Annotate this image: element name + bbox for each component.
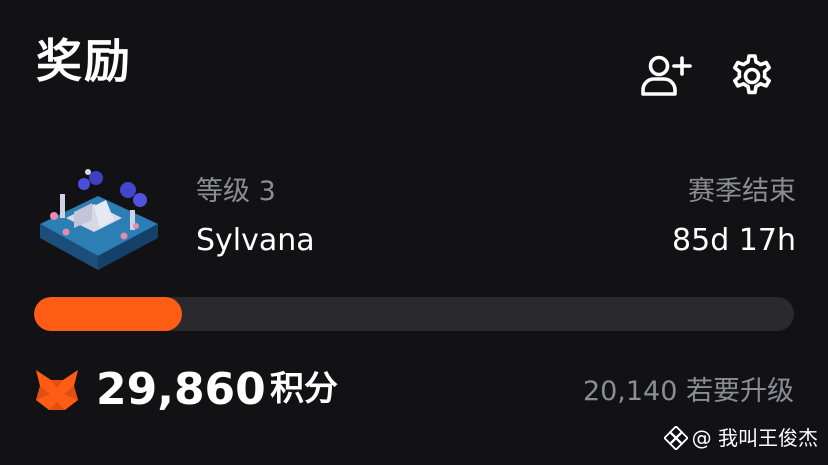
page-title: 奖励 — [36, 34, 132, 88]
watermark-text: @ 我叫王俊杰 — [691, 426, 818, 450]
level-progress-fill — [34, 297, 183, 331]
person-add-icon — [641, 55, 692, 96]
metamask-fox-icon — [36, 370, 78, 410]
add-friend-button[interactable] — [638, 48, 694, 104]
points-row: 29,860 积分 20,140 若要升级 — [34, 362, 794, 422]
watermark: @ 我叫王俊杰 — [663, 426, 818, 450]
settings-button[interactable] — [724, 48, 780, 104]
level-label: 等级 3 — [196, 176, 276, 207]
gear-icon — [733, 54, 771, 95]
level-name: Sylvana — [196, 223, 315, 258]
points-value: 29,860 — [96, 364, 266, 415]
season-end-label: 赛季结束 — [688, 176, 796, 207]
points-to-upgrade: 20,140 若要升级 — [582, 376, 794, 407]
binance-logo-icon — [663, 426, 688, 450]
level-progress-bar — [34, 297, 794, 331]
rewards-screen: 奖励 等级 3 Sylvana 赛季结束 85d 17h 29,860 积分 2… — [0, 0, 828, 465]
level-card[interactable]: 等级 3 Sylvana 赛季结束 85d 17h — [36, 160, 796, 270]
season-remaining: 85d 17h — [672, 223, 796, 258]
points-unit: 积分 — [270, 369, 338, 409]
level-illustration — [40, 169, 158, 270]
